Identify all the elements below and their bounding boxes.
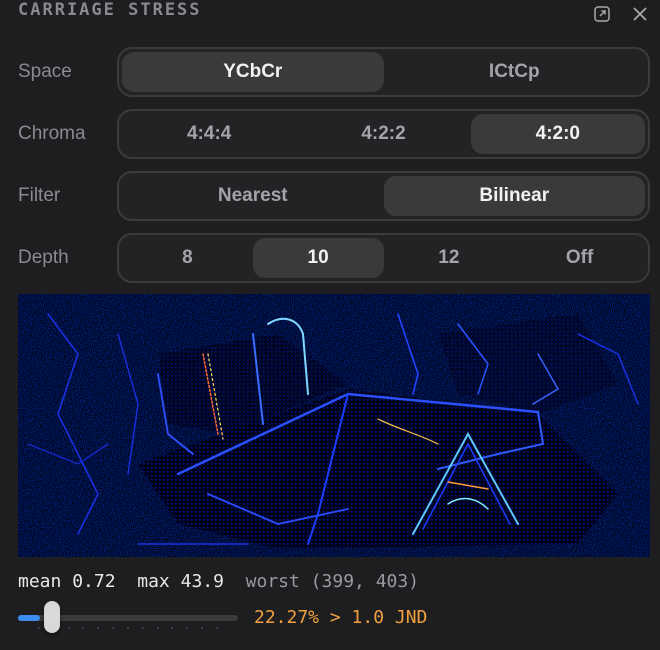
stats-line: mean 0.72 max 43.9 worst (399, 403) xyxy=(18,571,419,592)
chroma-segmented-control: 4:4:4 4:2:2 4:2:0 xyxy=(117,109,650,159)
depth-option-8[interactable]: 8 xyxy=(122,238,253,278)
filter-option-nearest[interactable]: Nearest xyxy=(122,176,384,216)
panel-title: CARRIAGE STRESS xyxy=(18,0,202,20)
chroma-option-420[interactable]: 4:2:0 xyxy=(470,114,645,154)
threshold-slider-fill xyxy=(18,615,40,621)
mean-value: 0.72 xyxy=(72,571,116,592)
jnd-readout: 22.27% > 1.0 JND xyxy=(254,607,428,628)
filter-option-bilinear[interactable]: Bilinear xyxy=(383,176,645,216)
depth-label: Depth xyxy=(18,247,69,268)
depth-option-12[interactable]: 12 xyxy=(384,238,515,278)
depth-option-off[interactable]: Off xyxy=(514,238,645,278)
filter-label: Filter xyxy=(18,185,61,206)
error-heatmap[interactable] xyxy=(18,294,650,557)
chroma-option-422[interactable]: 4:2:2 xyxy=(296,114,470,154)
popout-icon[interactable] xyxy=(592,4,612,24)
worst-location: worst (399, 403) xyxy=(245,571,420,592)
max-label: max xyxy=(137,571,170,592)
space-option-ycbcr[interactable]: YCbCr xyxy=(122,52,384,92)
max-value: 43.9 xyxy=(180,571,224,592)
depth-option-10[interactable]: 10 xyxy=(252,238,384,278)
filter-segmented-control: Nearest Bilinear xyxy=(117,171,650,221)
chroma-option-444[interactable]: 4:4:4 xyxy=(122,114,296,154)
chroma-label: Chroma xyxy=(18,123,86,144)
heatmap-image xyxy=(18,294,650,557)
space-option-ictcp[interactable]: ICtCp xyxy=(384,52,646,92)
threshold-slider-thumb[interactable] xyxy=(44,601,60,633)
close-icon[interactable] xyxy=(630,4,650,24)
space-segmented-control: YCbCr ICtCp xyxy=(117,47,650,97)
space-label: Space xyxy=(18,61,72,82)
mean-label: mean xyxy=(18,571,62,592)
depth-segmented-control: 8 10 12 Off xyxy=(117,233,650,283)
